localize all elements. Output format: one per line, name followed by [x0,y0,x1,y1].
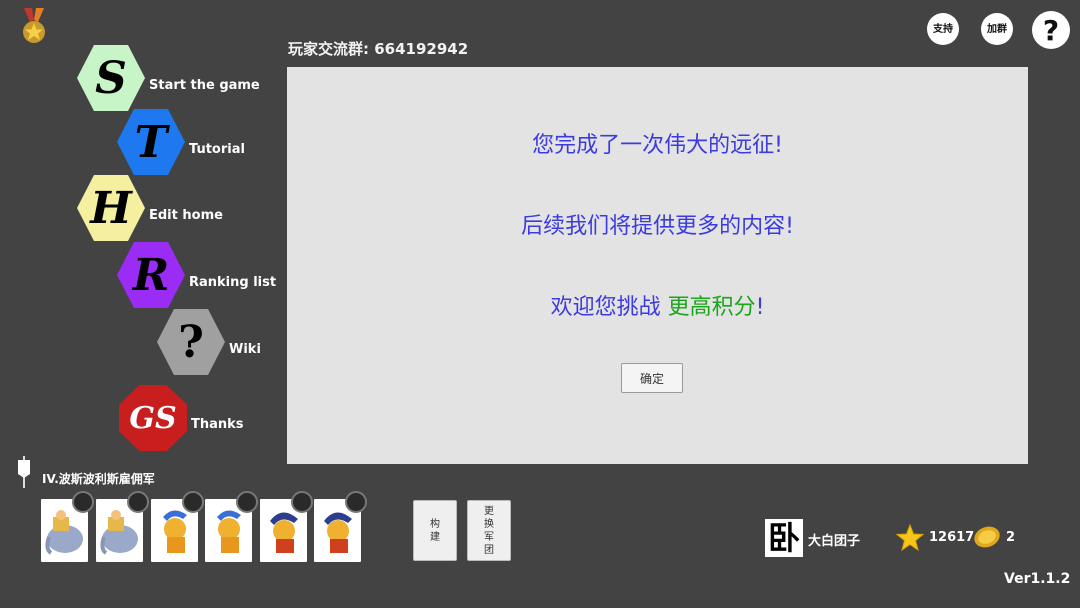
menu-tutorial[interactable]: T Tutorial [117,109,245,175]
unit-card-4[interactable] [205,491,258,562]
dialog-highlight: 更高积分 [667,295,756,320]
medal-icon[interactable] [20,8,48,46]
unit-card-3[interactable] [151,491,204,562]
unit-badge-3 [182,491,204,513]
coin-count: 2 [1006,530,1016,545]
ranking-hex-icon: R [117,242,185,308]
menu-tutorial-label: Tutorial [189,141,245,157]
menu-start-label: Start the game [149,77,260,93]
unit-badge-1 [72,491,94,513]
unit-card-6[interactable] [314,491,367,562]
unit-card-2[interactable] [96,491,149,562]
menu-edit-home[interactable]: H Edit home [77,175,223,241]
community-group-text: 玩家交流群: 664192942 [288,38,468,59]
banner-icon [18,456,30,488]
edit-home-hex-icon: H [77,175,145,241]
help-button[interactable]: ? [1032,11,1070,49]
spartan-unit-icon [270,512,298,553]
legion-name: IV.波斯波利斯雇佣军 [42,472,155,486]
start-hex-icon: S [77,45,145,111]
menu-ranking-list[interactable]: R Ranking list [117,242,276,308]
player-name: 大白团子 [808,534,861,549]
dialog-line-3: 欢迎您挑战 更高积分! [287,289,1028,321]
dialog-line-2: 后续我们将提供更多的内容! [521,214,794,239]
menu-wiki[interactable]: ? Wiki [157,309,261,375]
elephant-unit-icon [45,510,83,555]
unit-card-1[interactable] [41,491,94,562]
menu-ranking-label: Ranking list [189,274,277,290]
coin-icon [974,526,1000,548]
unit-badge-4 [236,491,258,513]
menu-thanks[interactable]: GS Thanks [119,385,244,451]
spartan-unit-icon [217,510,241,553]
dialog-line-1: 您完成了一次伟大的远征! [532,133,783,158]
menu-thanks-label: Thanks [191,416,244,432]
community-label: 玩家交流群: [288,40,375,58]
star-icon [896,524,924,552]
tutorial-hex-icon: T [117,109,185,175]
unit-badge-5 [291,491,313,513]
community-number: 664192942 [374,40,469,58]
confirm-button[interactable]: 确定 [621,363,683,393]
change-legion-button[interactable]: 更换军团 [467,500,511,561]
spartan-unit-icon [324,512,352,553]
version-label: Ver1.1.2 [1004,571,1071,587]
dialog-line-3-suffix: ! [755,295,765,320]
dialog-line-3-prefix: 欢迎您挑战 [550,295,668,320]
menu-start-game[interactable]: S Start the game [77,45,260,111]
unit-badge-6 [345,491,367,513]
menu-edit-home-label: Edit home [149,207,223,223]
score-value: 12617 [929,530,975,545]
menu-wiki-label: Wiki [229,341,261,357]
unit-badge-2 [127,491,149,513]
build-button[interactable]: 构建 [413,500,457,561]
thanks-badge-icon: GS [119,385,187,451]
unit-card-5[interactable] [260,491,313,562]
completion-dialog: 您完成了一次伟大的远征! 后续我们将提供更多的内容! 欢迎您挑战 更高积分! 确… [287,67,1028,464]
wiki-hex-icon: ? [157,309,225,375]
elephant-unit-icon [100,510,138,555]
spartan-unit-icon [163,510,187,553]
support-button[interactable]: 支持 [927,13,959,45]
join-group-button[interactable]: 加群 [981,13,1013,45]
player-avatar[interactable]: 卧 [765,519,803,557]
